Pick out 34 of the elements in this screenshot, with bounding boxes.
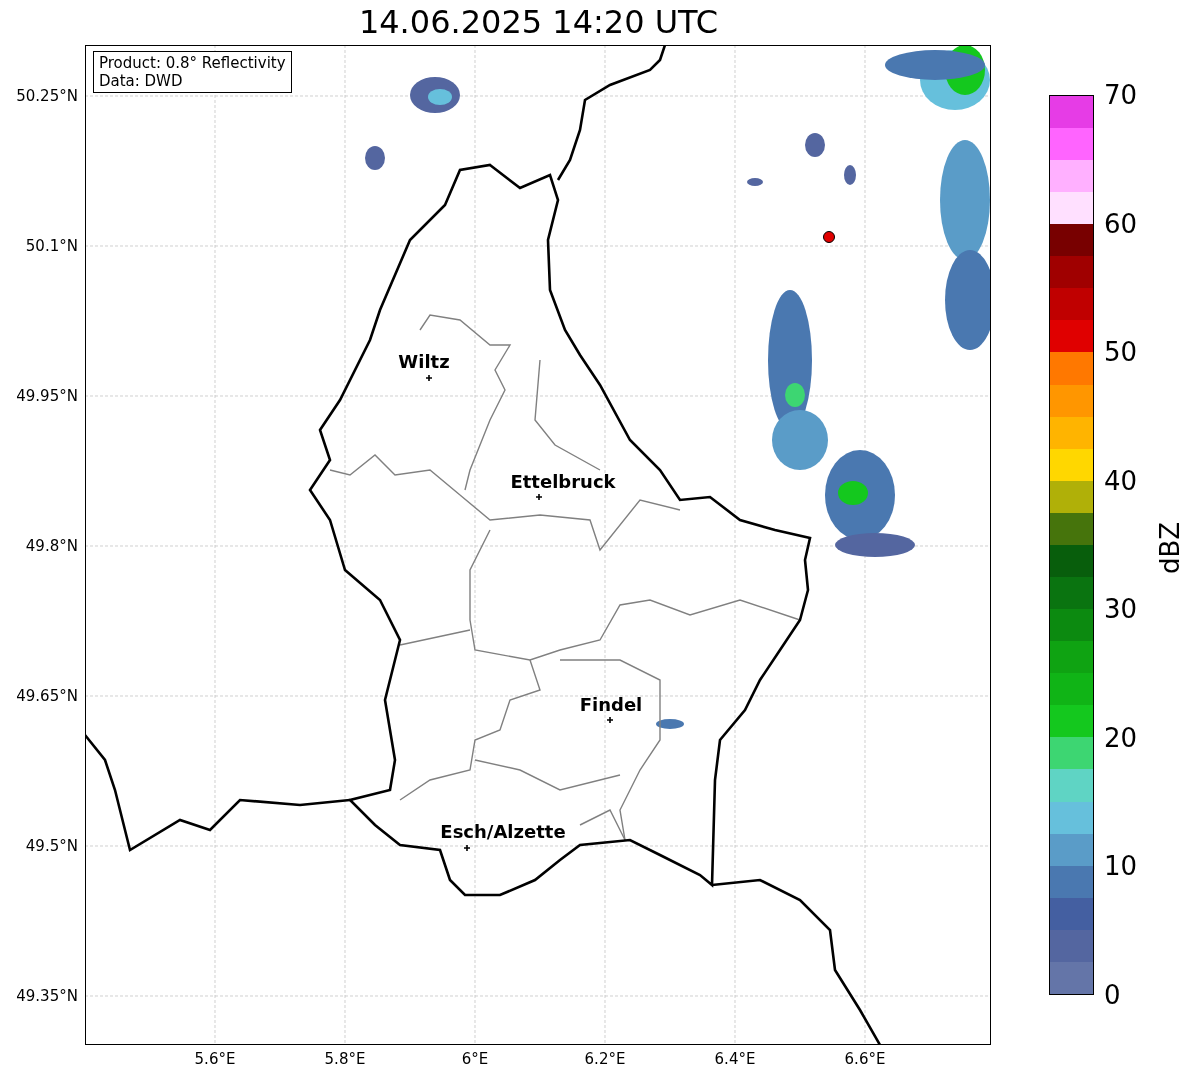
- longitude-label: 5.6°E: [194, 1050, 236, 1068]
- colorbar-tick-label: 20: [1104, 722, 1138, 753]
- colorbar-tick-label: 0: [1104, 980, 1121, 1010]
- city-label: Esch/Alzette: [440, 821, 566, 842]
- latitude-label: 49.65°N: [16, 687, 78, 705]
- colorbar-tick-label: 70: [1104, 80, 1138, 110]
- colorbar-tick-label: 40: [1104, 465, 1138, 496]
- city-marker-icon: [606, 716, 614, 724]
- colorbar-tick-label: 50: [1104, 337, 1138, 368]
- city-marker-icon: [463, 844, 471, 852]
- info-text: Data: DWD: [98, 72, 184, 90]
- latitude-label: 49.95°N: [16, 387, 78, 405]
- longitude-label: 5.8°E: [324, 1050, 366, 1068]
- latitude-label: 50.1°N: [25, 237, 78, 255]
- city-marker-icon: [425, 374, 433, 382]
- city-label: Wiltz: [398, 351, 450, 372]
- colorbar-tick-label: 60: [1104, 208, 1138, 239]
- longitude-label: 6°E: [461, 1050, 489, 1068]
- longitude-label: 6.2°E: [584, 1050, 626, 1068]
- chart-title: 14.06.2025 14:20 UTC: [357, 2, 720, 43]
- city-label: Ettelbruck: [510, 471, 616, 492]
- latitude-label: 50.25°N: [16, 87, 78, 105]
- colorbar-tick-label: 10: [1104, 851, 1138, 882]
- city-label: Findel: [579, 694, 643, 715]
- latitude-label: 49.35°N: [16, 987, 78, 1005]
- latitude-label: 49.8°N: [25, 537, 78, 555]
- location-dot-icon: [822, 231, 835, 243]
- info-text: Product: 0.8° Reflectivity: [98, 54, 286, 72]
- city-marker-icon: [535, 493, 543, 501]
- colorbar-tick-label: 30: [1104, 594, 1138, 625]
- longitude-label: 6.4°E: [714, 1050, 756, 1068]
- colorbar-label: dBZ: [1155, 521, 1184, 575]
- latitude-label: 49.5°N: [25, 837, 78, 855]
- longitude-label: 6.6°E: [844, 1050, 886, 1068]
